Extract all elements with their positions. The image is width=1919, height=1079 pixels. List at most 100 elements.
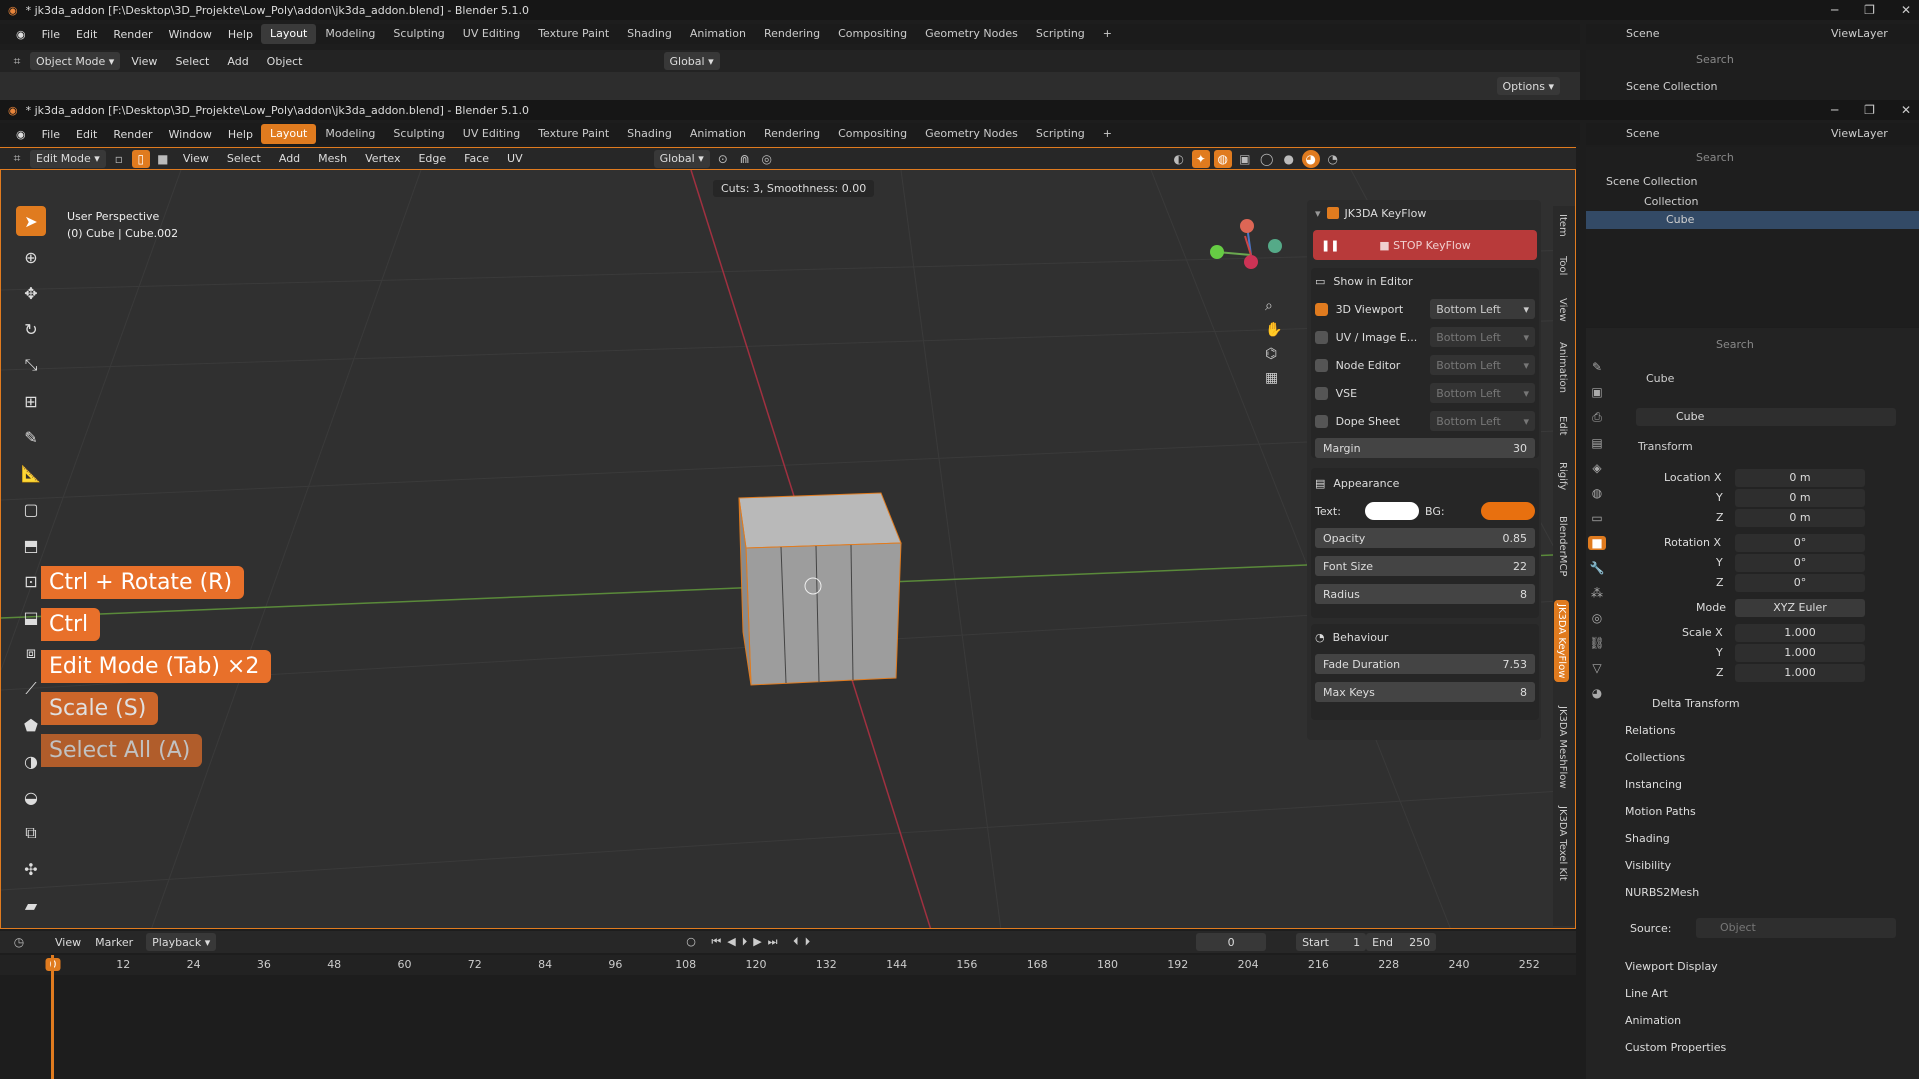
navigation-gizmo[interactable] bbox=[1201, 210, 1291, 290]
blender-menu-icon[interactable]: ◉ bbox=[8, 128, 34, 141]
restore-icon[interactable]: ❐ bbox=[1864, 103, 1875, 117]
opacity-field[interactable]: Opacity 0.85 bbox=[1315, 528, 1535, 548]
checkbox-3d-viewport[interactable] bbox=[1315, 302, 1328, 316]
add-menu[interactable]: Add bbox=[272, 152, 307, 165]
text-color-swatch[interactable] bbox=[1365, 502, 1419, 520]
menu-help[interactable]: Help bbox=[220, 28, 261, 41]
back-scene-name[interactable]: Scene bbox=[1626, 27, 1660, 40]
back-view-menu[interactable]: View bbox=[124, 55, 164, 68]
delta-transform-section[interactable]: Delta Transform bbox=[1652, 697, 1740, 710]
menu-window[interactable]: Window bbox=[161, 28, 220, 41]
xray-icon[interactable]: ▣ bbox=[1236, 150, 1254, 168]
scale-y-field[interactable]: 1.000 bbox=[1735, 644, 1865, 662]
side-tab-texelkit[interactable]: JK3DA Texel Kit bbox=[1557, 806, 1568, 881]
edit-mode-dropdown[interactable]: Edit Mode ▾ bbox=[30, 149, 106, 168]
extrude-tool-icon[interactable]: ⬒ bbox=[16, 530, 46, 560]
back-viewlayer-name[interactable]: ViewLayer bbox=[1831, 27, 1888, 40]
stop-keyflow-button[interactable]: ❚❚ ■ STOP KeyFlow bbox=[1313, 230, 1537, 260]
outliner-scene-collection[interactable]: Scene Collection bbox=[1606, 175, 1697, 188]
relations-section[interactable]: Relations bbox=[1625, 724, 1676, 737]
tab-texture-paint[interactable]: Texture Paint bbox=[529, 24, 618, 44]
shear-tool-icon[interactable]: ▰ bbox=[16, 890, 46, 920]
data-tab-icon[interactable]: ▽ bbox=[1592, 661, 1601, 675]
back-outliner-search[interactable]: Search bbox=[1696, 53, 1734, 66]
timeline-view-menu[interactable]: View bbox=[48, 936, 88, 949]
modifier-tab-icon[interactable]: 🔧 bbox=[1590, 561, 1605, 575]
properties-search[interactable]: Search bbox=[1716, 338, 1754, 351]
solid-shading-icon[interactable]: ● bbox=[1280, 150, 1298, 168]
vertex-select-icon[interactable]: ▫ bbox=[110, 150, 128, 168]
face-select-icon[interactable]: ■ bbox=[154, 150, 172, 168]
restore-icon[interactable]: ❐ bbox=[1864, 3, 1875, 17]
shading-section[interactable]: Shading bbox=[1625, 832, 1670, 845]
tab-scripting[interactable]: Scripting bbox=[1027, 124, 1094, 144]
location-x-field[interactable]: 0 m bbox=[1735, 469, 1865, 487]
viewport-display-section[interactable]: Viewport Display bbox=[1625, 960, 1718, 973]
outliner-search[interactable]: Search bbox=[1696, 151, 1734, 164]
menu-render[interactable]: Render bbox=[105, 128, 160, 141]
timeline-ruler[interactable]: 0122436486072849610812013214415616818019… bbox=[0, 955, 1576, 975]
editor-type-icon[interactable]: ⌗ bbox=[8, 150, 26, 168]
playhead[interactable] bbox=[51, 955, 54, 1079]
tab-uv-editing[interactable]: UV Editing bbox=[454, 124, 529, 144]
outliner-collection[interactable]: Collection bbox=[1644, 195, 1698, 208]
tab-sculpting[interactable]: Sculpting bbox=[384, 124, 453, 144]
add-workspace-icon[interactable]: + bbox=[1094, 24, 1121, 44]
editor-type-icon[interactable]: ◷ bbox=[10, 933, 28, 951]
rotation-mode-dropdown[interactable]: XYZ Euler bbox=[1735, 599, 1865, 617]
checkbox-vse[interactable] bbox=[1315, 386, 1328, 400]
back-select-menu[interactable]: Select bbox=[168, 55, 216, 68]
move-tool-icon[interactable]: ✥ bbox=[16, 278, 46, 308]
side-tab-blendermcp[interactable]: BlenderMCP bbox=[1557, 516, 1568, 576]
zoom-icon[interactable]: ⌕ bbox=[1265, 298, 1282, 314]
tab-geometry-nodes[interactable]: Geometry Nodes bbox=[916, 124, 1027, 144]
output-tab-icon[interactable]: ⎙ bbox=[1592, 410, 1602, 425]
tab-rendering[interactable]: Rendering bbox=[755, 124, 829, 144]
options-dropdown[interactable]: Options ▾ bbox=[1496, 77, 1560, 95]
select-menu[interactable]: Select bbox=[220, 152, 268, 165]
minimize-icon[interactable]: ─ bbox=[1831, 103, 1838, 117]
side-tab-meshflow[interactable]: JK3DA MeshFlow bbox=[1557, 706, 1568, 789]
side-tab-rigify[interactable]: Rigify bbox=[1557, 462, 1568, 490]
view-menu[interactable]: View bbox=[176, 152, 216, 165]
font-size-field[interactable]: Font Size 22 bbox=[1315, 556, 1535, 576]
menu-help[interactable]: Help bbox=[220, 128, 261, 141]
select-tool-icon[interactable]: ➤ bbox=[16, 206, 46, 236]
measure-tool-icon[interactable]: 📐 bbox=[16, 458, 46, 488]
cube-top-face[interactable] bbox=[738, 492, 902, 549]
side-tab-view[interactable]: View bbox=[1557, 298, 1568, 322]
object-tab-icon[interactable]: ■ bbox=[1588, 536, 1606, 550]
editor-row-dopesheet[interactable]: Dope Sheet Bottom Left ▾ bbox=[1315, 410, 1535, 432]
tab-compositing[interactable]: Compositing bbox=[829, 24, 916, 44]
tab-animation[interactable]: Animation bbox=[681, 124, 755, 144]
edge-menu[interactable]: Edge bbox=[411, 152, 453, 165]
visibility-section[interactable]: Visibility bbox=[1625, 859, 1671, 872]
grid-icon[interactable]: ▦ bbox=[1265, 370, 1282, 386]
side-tab-tool[interactable]: Tool bbox=[1557, 256, 1568, 275]
vertex-menu[interactable]: Vertex bbox=[358, 152, 407, 165]
constraints-tab-icon[interactable]: ⛓ bbox=[1589, 636, 1604, 650]
nurbs2mesh-section[interactable]: NURBS2Mesh bbox=[1625, 886, 1699, 899]
menu-render[interactable]: Render bbox=[105, 28, 160, 41]
instancing-section[interactable]: Instancing bbox=[1625, 778, 1682, 791]
editor-row-3d-viewport[interactable]: 3D Viewport Bottom Left ▾ bbox=[1315, 298, 1535, 320]
tab-geometry-nodes[interactable]: Geometry Nodes bbox=[916, 24, 1027, 44]
material-tab-icon[interactable]: ◕ bbox=[1592, 686, 1602, 700]
proportional-icon[interactable]: ◎ bbox=[758, 150, 776, 168]
wireframe-shading-icon[interactable]: ◯ bbox=[1258, 150, 1276, 168]
add-cube-tool-icon[interactable]: ▢ bbox=[16, 494, 46, 524]
minimize-icon[interactable]: ─ bbox=[1831, 3, 1838, 17]
motion-paths-section[interactable]: Motion Paths bbox=[1625, 805, 1696, 818]
pivot-icon[interactable]: ⊙ bbox=[714, 150, 732, 168]
cursor-tool-icon[interactable]: ⊕ bbox=[16, 242, 46, 272]
menu-file[interactable]: File bbox=[34, 128, 68, 141]
margin-field[interactable]: Margin 30 bbox=[1315, 438, 1535, 458]
transform-orientation-dropdown[interactable]: Global ▾ bbox=[653, 149, 710, 168]
tab-layout[interactable]: Layout bbox=[260, 24, 317, 44]
transform-tool-icon[interactable]: ⊞ bbox=[16, 386, 46, 416]
playback-controls[interactable]: ○ ⏮◀⏵▶⏭ ⏴⏵ bbox=[686, 935, 816, 949]
editor-type-icon[interactable]: ⌗ bbox=[8, 52, 26, 70]
add-workspace-icon[interactable]: + bbox=[1094, 124, 1121, 144]
bg-color-swatch[interactable] bbox=[1481, 502, 1535, 520]
menu-edit[interactable]: Edit bbox=[68, 28, 105, 41]
